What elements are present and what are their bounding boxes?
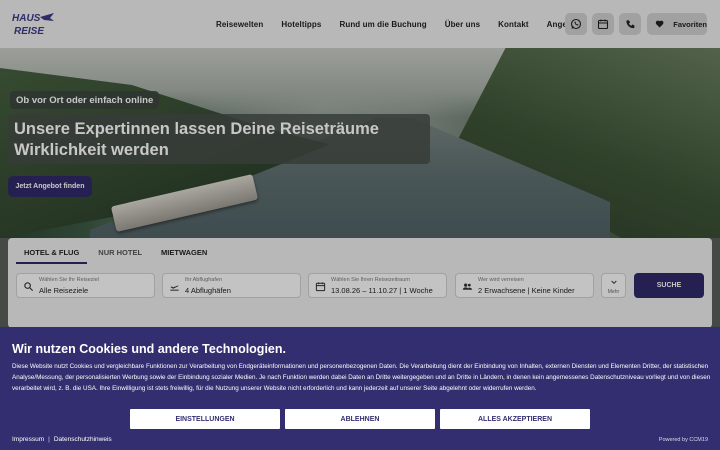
cookie-reject-label: ABLEHNEN — [340, 415, 380, 423]
link-separator: | — [48, 436, 50, 443]
cookie-text: Diese Website nutzt Cookies und vergleic… — [12, 363, 711, 392]
cookie-banner: Wir nutzen Cookies und andere Technologi… — [0, 327, 720, 450]
powered-by[interactable]: Powered by CCM19 — [659, 437, 708, 443]
imprint-link[interactable]: Impressum — [12, 436, 44, 443]
cookie-accept-button[interactable]: ALLES AKZEPTIEREN — [440, 409, 590, 429]
cookie-settings-button[interactable]: EINSTELLUNGEN — [130, 409, 280, 429]
cookie-title: Wir nutzen Cookies und andere Technologi… — [12, 342, 286, 356]
cookie-settings-label: EINSTELLUNGEN — [175, 415, 235, 423]
privacy-link[interactable]: Datenschutzhinweis — [54, 436, 112, 443]
cookie-links: Impressum | Datenschutzhinweis — [12, 436, 112, 443]
cookie-reject-button[interactable]: ABLEHNEN — [285, 409, 435, 429]
cookie-accept-label: ALLES AKZEPTIEREN — [477, 415, 553, 423]
